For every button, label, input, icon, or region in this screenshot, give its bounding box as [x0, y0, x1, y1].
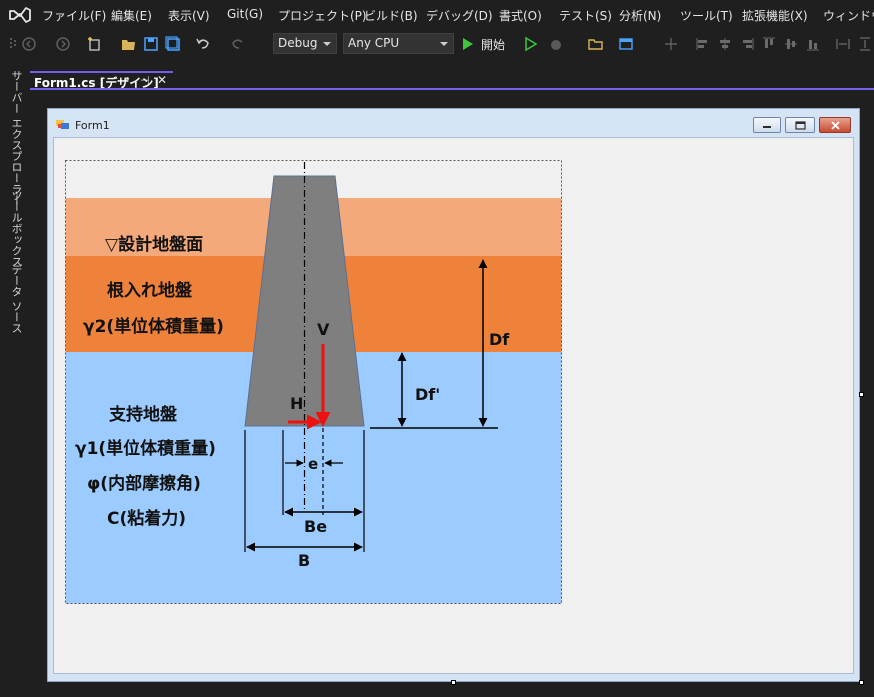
df-label: Df — [489, 330, 510, 349]
start-debugging-button[interactable]: 開始 — [461, 35, 517, 53]
minimize-icon — [763, 126, 771, 128]
menu-view[interactable]: 表示(V) — [168, 7, 210, 24]
start-without-debugging-icon[interactable] — [523, 36, 539, 52]
menu-extensions[interactable]: 拡張機能(X) — [742, 7, 808, 24]
align-rights-icon[interactable] — [739, 36, 755, 52]
minimize-button[interactable] — [753, 117, 781, 133]
navigate-back-icon[interactable] — [21, 36, 37, 52]
redo-icon[interactable] — [230, 36, 246, 52]
pin-tab-icon[interactable]: ⊣ — [140, 74, 150, 87]
bearing-label-4: C(粘着力) — [107, 508, 186, 529]
close-icon — [831, 121, 840, 130]
data-sources-tab[interactable]: データ ソース — [8, 264, 24, 334]
solution-configuration-select[interactable]: Debug — [273, 33, 337, 54]
menu-format[interactable]: 書式(O) — [499, 7, 542, 24]
menu-window[interactable]: ウィンドウ(W) — [823, 7, 874, 24]
foundation-diagram-picturebox[interactable]: ▽設計地盤面 根入れ地盤 γ2(単位体積重量) 支持地盤 γ1(単位体積重量) … — [65, 160, 562, 604]
menu-analyze[interactable]: 分析(N) — [619, 7, 661, 24]
align-middles-icon[interactable] — [783, 36, 799, 52]
maximize-icon — [795, 121, 806, 130]
resize-handle-bottom[interactable] — [451, 680, 456, 685]
menu-bar: ファイル(F) 編集(E) 表示(V) Git(G) プロジェクト(P) ビルド… — [0, 0, 874, 30]
navigate-forward-icon[interactable] — [55, 36, 71, 52]
design-ground-label: ▽設計地盤面 — [105, 234, 203, 255]
df-prime-label: Df' — [415, 385, 440, 404]
menu-edit[interactable]: 編集(E) — [111, 7, 152, 24]
server-explorer-tab[interactable]: サーバー エクスプローラー — [8, 70, 24, 206]
close-tab-icon[interactable]: ✕ — [157, 73, 167, 87]
left-tool-window-rail: サーバー エクスプローラー ツールボックス データ ソース — [0, 62, 30, 697]
bearing-label-2: γ1(単位体積重量) — [75, 438, 216, 459]
platform-value: Any CPU — [348, 36, 400, 50]
visual-studio-logo-icon[interactable] — [8, 5, 32, 25]
menu-project[interactable]: プロジェクト(P) — [278, 7, 367, 24]
configuration-value: Debug — [278, 36, 318, 50]
align-centers-icon[interactable] — [717, 36, 733, 52]
properties-window-icon[interactable] — [618, 36, 634, 52]
menu-git[interactable]: Git(G) — [227, 7, 263, 21]
embedment-label-2: γ2(単位体積重量) — [83, 316, 224, 337]
be-label: Be — [304, 517, 327, 536]
form-icon — [56, 120, 69, 129]
chevron-down-icon — [440, 42, 448, 46]
solution-platform-select[interactable]: Any CPU — [343, 33, 454, 54]
align-to-grid-icon[interactable] — [663, 36, 679, 52]
open-folder-icon[interactable] — [121, 36, 137, 52]
make-same-width-icon[interactable] — [835, 36, 851, 52]
align-tops-icon[interactable] — [761, 36, 777, 52]
align-bottoms-icon[interactable] — [805, 36, 821, 52]
embedment-label-1: 根入れ地盤 — [107, 280, 193, 301]
align-lefts-icon[interactable] — [695, 36, 711, 52]
v-label: V — [317, 320, 330, 339]
play-icon — [463, 38, 473, 50]
toolbox-tab[interactable]: ツールボックス — [8, 190, 24, 267]
undo-icon[interactable] — [195, 36, 211, 52]
maximize-button[interactable] — [785, 117, 815, 133]
menu-file[interactable]: ファイル(F) — [42, 7, 106, 24]
menu-tools[interactable]: ツール(T) — [680, 7, 733, 24]
menu-test[interactable]: テスト(S) — [559, 7, 612, 24]
chevron-down-icon — [323, 42, 331, 46]
hot-reload-icon[interactable] — [549, 36, 565, 52]
e-label: e — [308, 455, 318, 473]
close-window-button[interactable] — [819, 117, 851, 133]
h-label: H — [290, 394, 303, 413]
save-icon[interactable] — [143, 36, 159, 52]
make-same-height-icon[interactable] — [857, 36, 873, 52]
solution-explorer-icon[interactable] — [588, 36, 604, 52]
b-label: B — [298, 551, 310, 570]
bearing-label-1: 支持地盤 — [109, 404, 178, 425]
resize-handle-right[interactable] — [859, 392, 864, 397]
resize-handle-corner[interactable] — [859, 680, 864, 685]
start-label: 開始 — [481, 38, 506, 52]
bearing-label-3: φ(内部摩擦角) — [87, 473, 201, 494]
menu-debug[interactable]: デバッグ(D) — [426, 7, 493, 24]
save-all-icon[interactable] — [165, 36, 181, 52]
new-item-icon[interactable] — [87, 36, 103, 52]
form-title: Form1 — [75, 119, 110, 132]
menu-build[interactable]: ビルド(B) — [364, 7, 418, 24]
